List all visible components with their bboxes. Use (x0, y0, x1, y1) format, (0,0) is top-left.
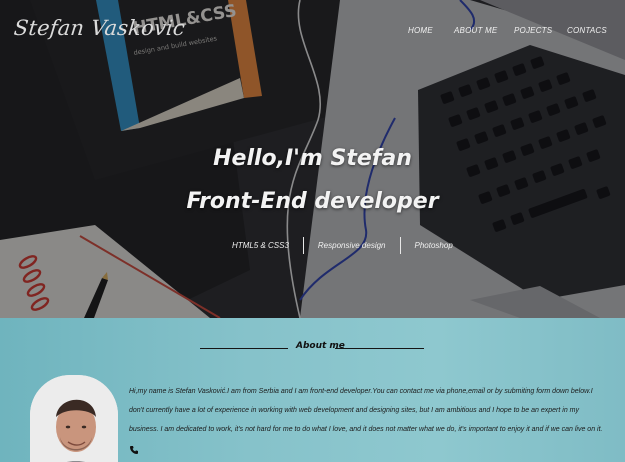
nav-projects[interactable]: POJECTS (514, 26, 552, 35)
heading-divider-right (335, 348, 424, 349)
hero-section: HTML&CSS design and build websites Stefa… (0, 0, 625, 318)
skills-list: HTML5 & CSS3 Responsive design Photoshop (218, 237, 467, 254)
avatar (30, 375, 118, 462)
skill-photoshop: Photoshop (414, 241, 453, 250)
hero-greeting: Hello,I'm Stefan (213, 146, 412, 171)
avatar-photo (30, 375, 118, 462)
skill-responsive-design: Responsive design (317, 241, 386, 250)
heading-divider-left (200, 348, 288, 349)
nav-about-me[interactable]: ABOUT ME (454, 26, 497, 35)
nav-contacts[interactable]: CONTACS (567, 26, 607, 35)
about-heading-row: About me (0, 341, 625, 355)
main-nav: HOME ABOUT ME POJECTS CONTACS (0, 26, 625, 40)
nav-home[interactable]: HOME (408, 26, 433, 35)
about-bio: Hi,my name is Stefan Vasković.I am from … (129, 388, 603, 433)
skill-html-css: HTML5 & CSS3 (232, 241, 289, 250)
phone-icon[interactable] (129, 445, 139, 455)
about-heading: About me (296, 341, 345, 351)
hero-role: Front-End developer (186, 189, 439, 214)
